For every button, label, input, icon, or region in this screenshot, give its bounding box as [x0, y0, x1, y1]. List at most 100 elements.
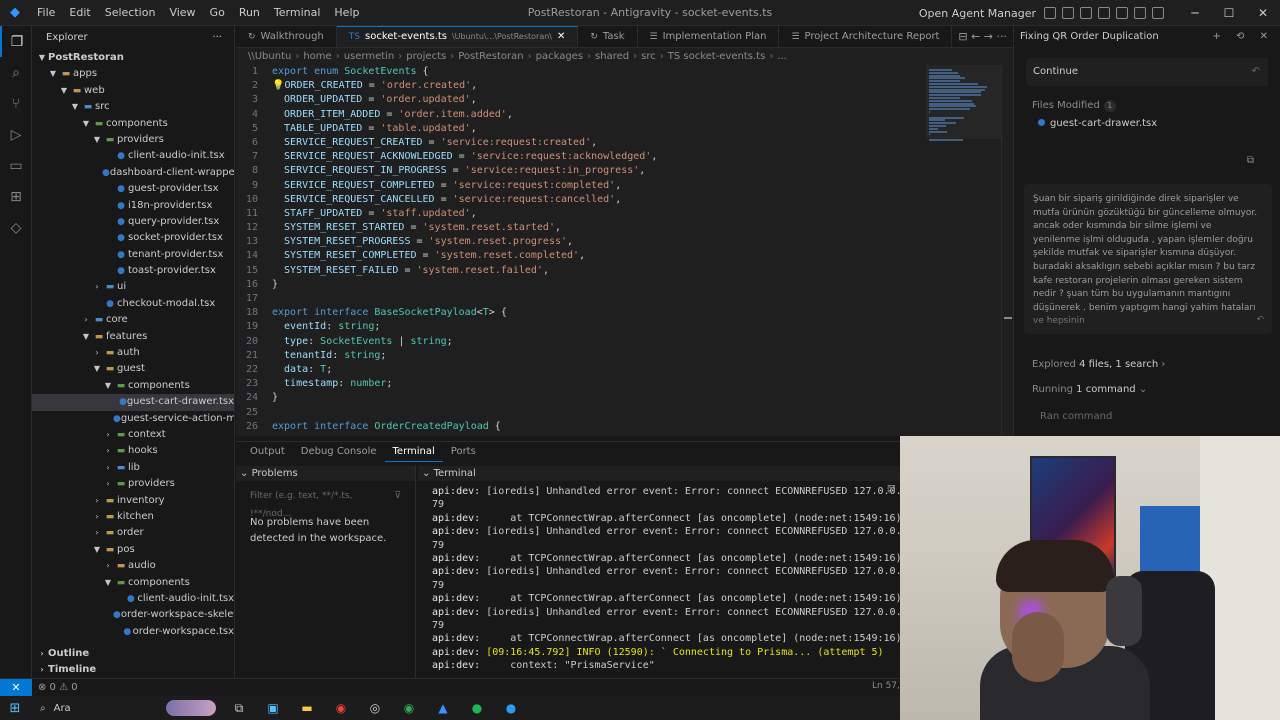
tab-project-architecture-report[interactable]: ☰ Project Architecture Report	[779, 26, 953, 47]
tree-file[interactable]: ● guest-cart-drawer.tsx	[32, 394, 234, 411]
terminal-header[interactable]: ⌄ Terminal	[418, 466, 900, 481]
timeline-section[interactable]: › Timeline	[32, 662, 234, 678]
sidebar-toggle-icon[interactable]	[1062, 7, 1074, 19]
ran-command-item[interactable]: Ran command	[1040, 411, 1112, 422]
tree-folder[interactable]: › ▬ audio	[32, 558, 234, 574]
aux-toggle-icon[interactable]	[1098, 7, 1110, 19]
remote-explorer-icon[interactable]: ▭	[0, 150, 32, 181]
breadcrumb-item[interactable]: \\Ubuntu	[248, 48, 291, 65]
chrome-icon[interactable]: ◉	[397, 698, 421, 718]
task-view-icon[interactable]: ⧉	[227, 698, 251, 718]
menu-item-edit[interactable]: Edit	[62, 0, 97, 26]
breadcrumb-item[interactable]: home	[303, 48, 331, 65]
agent-icon[interactable]: ◇	[0, 212, 32, 243]
editor-tab-tools[interactable]: ⊟ ← → ···	[958, 26, 1007, 48]
tree-folder[interactable]: ▼ ▬ components	[32, 378, 234, 394]
explorer-icon[interactable]: ❐	[0, 26, 32, 57]
tree-file[interactable]: ● i18n-provider.tsx	[32, 198, 234, 214]
panel-tab-ports[interactable]: Ports	[443, 442, 484, 462]
breadcrumb-item[interactable]: PostRestoran	[458, 48, 523, 65]
breadcrumb-item[interactable]: shared	[595, 48, 629, 65]
explorer-more-button[interactable]: ···	[212, 26, 222, 50]
remote-indicator[interactable]: ✕	[0, 678, 32, 697]
files-modified-header[interactable]: Files Modified 1	[1032, 100, 1262, 112]
problems-filter-input[interactable]: Filter (e.g. text, **/*.ts, !**/nod... ⊽	[244, 487, 407, 519]
windows-start-icon[interactable]: ⊞	[0, 701, 30, 716]
agent-header-icons[interactable]: + ⟲ ✕	[1213, 26, 1275, 48]
extensions-icon[interactable]: ⊞	[0, 181, 32, 212]
breadcrumb-item[interactable]: TS socket-events.ts	[668, 48, 766, 65]
tree-file[interactable]: ● client-audio-init.tsx	[32, 591, 234, 607]
tree-folder[interactable]: › ▬ inventory	[32, 493, 234, 509]
maximize-button[interactable]: ☐	[1212, 0, 1246, 26]
panel-tab-output[interactable]: Output	[242, 442, 293, 462]
breadcrumb-item[interactable]: src	[641, 48, 656, 65]
messenger-icon[interactable]: ●	[499, 698, 523, 718]
menu-item-terminal[interactable]: Terminal	[267, 0, 328, 26]
layout-icon[interactable]	[1044, 7, 1056, 19]
settings-icon[interactable]	[1134, 7, 1146, 19]
terminal-view[interactable]: ⌄ Terminal ⊠ api:dev: [ioredis] Unhandle…	[418, 466, 926, 696]
menu-item-file[interactable]: File	[30, 0, 62, 26]
breadcrumb-item[interactable]: projects	[406, 48, 446, 65]
tree-folder[interactable]: › ▬ hooks	[32, 443, 234, 459]
avatar[interactable]	[1152, 7, 1164, 19]
run-debug-icon[interactable]: ▷	[0, 119, 32, 150]
tree-file[interactable]: ● tenant-provider.tsx	[32, 247, 234, 263]
breadcrumb-item[interactable]: packages	[536, 48, 583, 65]
breadcrumb-item[interactable]: ...	[777, 48, 787, 65]
tree-folder[interactable]: ▼ ▬ components	[32, 116, 234, 132]
tree-file[interactable]: ● guest-provider.tsx	[32, 181, 234, 197]
tab-implementation-plan[interactable]: ☰ Implementation Plan	[638, 26, 780, 47]
tree-folder[interactable]: › ▬ core	[32, 312, 234, 328]
menu-item-go[interactable]: Go	[203, 0, 232, 26]
tree-folder[interactable]: ▼ ▬ features	[32, 329, 234, 345]
panel-tab-terminal[interactable]: Terminal	[384, 442, 443, 462]
file-explorer-icon[interactable]: ▬	[295, 698, 319, 718]
filter-icon[interactable]: ⊽	[394, 487, 401, 505]
chrome-icon[interactable]: ◉	[329, 698, 353, 718]
menu-item-selection[interactable]: Selection	[98, 0, 163, 26]
cursor-position[interactable]: Ln 57,	[872, 681, 900, 691]
editor-scrollbar[interactable]	[1001, 65, 1013, 437]
breadcrumb-item[interactable]: usermetin	[344, 48, 395, 65]
source-control-icon[interactable]: ⑂	[0, 88, 32, 119]
taskbar-search[interactable]: ⌕ Ara	[30, 703, 160, 714]
code-editor[interactable]: 1 export enum SocketEvents {2 💡ORDER_CREAT…	[236, 65, 926, 437]
tree-folder[interactable]: › ▬ lib	[32, 460, 234, 476]
minimize-button[interactable]: ─	[1178, 0, 1212, 26]
tab-task[interactable]: ↻ Task	[578, 26, 638, 47]
open-agent-manager-button[interactable]: Open Agent Manager	[919, 7, 1036, 20]
tree-file[interactable]: ●guest-service-action-menu.t...	[32, 411, 234, 427]
tree-folder[interactable]: ▼ ▬ guest	[32, 361, 234, 377]
tree-file[interactable]: ● order-workspace.tsx	[32, 624, 234, 640]
terminal-output[interactable]: api:dev: [ioredis] Unhandled error event…	[418, 481, 926, 673]
tree-root[interactable]: ▼ PostRestoran	[32, 50, 234, 66]
undo-icon[interactable]: ↶	[1256, 314, 1264, 328]
tree-file[interactable]: ● socket-provider.tsx	[32, 230, 234, 246]
tree-folder[interactable]: ▼ ▬ components	[32, 575, 234, 591]
tree-folder[interactable]: › ▬ providers	[32, 476, 234, 492]
tree-folder[interactable]: ▼ ▬ src	[32, 99, 234, 115]
tree-file[interactable]: ●dashboard-client-wrapper.tsx	[32, 165, 234, 181]
tree-folder[interactable]: › ▬ ui	[32, 279, 234, 295]
app-icon[interactable]: ◎	[363, 698, 387, 718]
panel-tab-debug-console[interactable]: Debug Console	[293, 442, 385, 462]
tree-folder[interactable]: › ▬ context	[32, 427, 234, 443]
tree-file[interactable]: ● toast-provider.tsx	[32, 263, 234, 279]
close-icon[interactable]: ✕	[557, 26, 565, 48]
search-icon[interactable]: ⌕	[0, 57, 32, 88]
explored-summary[interactable]: Explored 4 files, 1 search ›	[1032, 359, 1165, 370]
search-icon[interactable]	[1116, 7, 1128, 19]
panel-toggle-icon[interactable]	[1080, 7, 1092, 19]
continue-button[interactable]: Continue ↶	[1026, 58, 1268, 86]
problems-header[interactable]: ⌄ Problems	[236, 466, 415, 481]
problems-count[interactable]: ⊗ 0 ⚠ 0	[38, 682, 78, 693]
tab-socket-events-ts[interactable]: TS socket-events.ts \Ubuntu\...\PostRestor…	[336, 26, 579, 48]
tree-file[interactable]: ●order-workspace-skeleton.tsx	[32, 607, 234, 623]
tree-file[interactable]: ● query-provider.tsx	[32, 214, 234, 230]
close-window-button[interactable]: ✕	[1246, 0, 1280, 26]
undo-icon[interactable]: ↶	[1252, 58, 1260, 86]
tree-folder[interactable]: › ▬ order	[32, 525, 234, 541]
menu-item-view[interactable]: View	[162, 0, 202, 26]
